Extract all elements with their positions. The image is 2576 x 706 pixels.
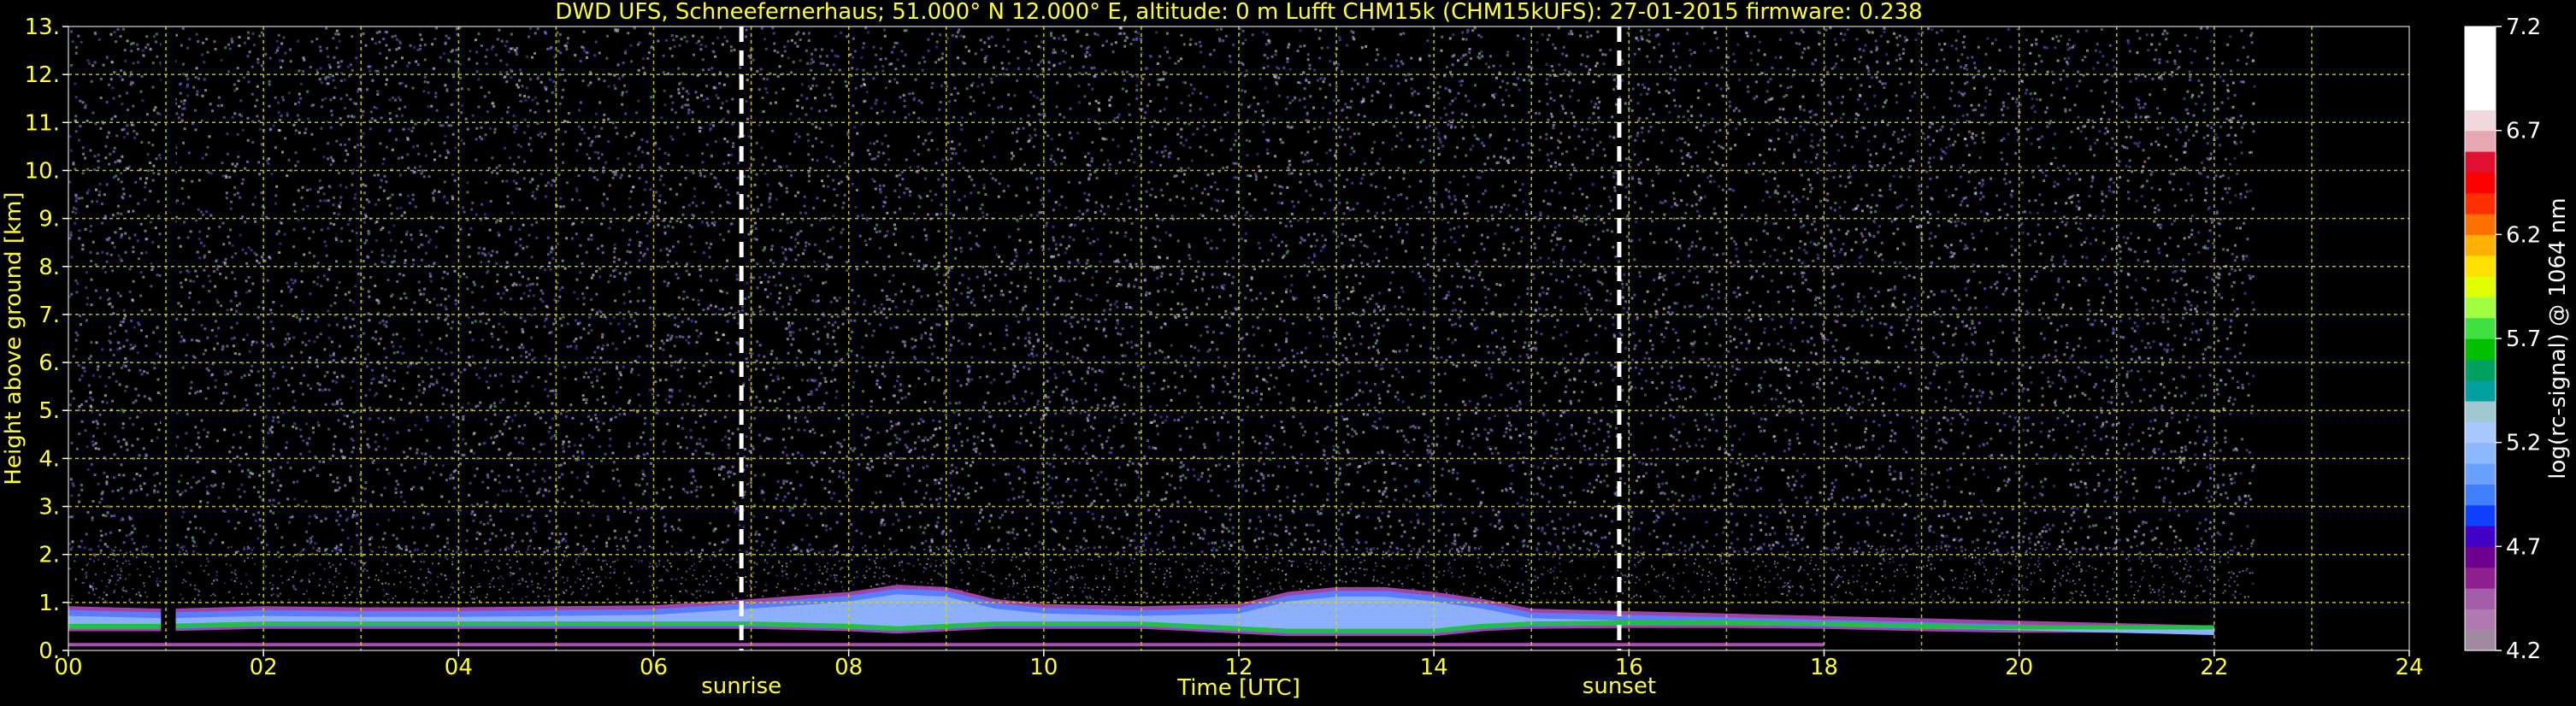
y-tick-label: 4. (38, 446, 60, 472)
y-tick-label: 11. (25, 110, 60, 136)
y-tick-label: 8. (38, 255, 60, 280)
y-tick-label: 1. (38, 591, 60, 616)
colorbar-tick-label: 6.7 (2506, 119, 2541, 144)
plot-area: sunrise sunset (68, 26, 2410, 699)
colorbar-segment (2465, 442, 2496, 464)
colorbar-segment (2465, 338, 2496, 360)
x-tick-label: 06 (640, 655, 668, 680)
x-tick-label: 02 (250, 655, 278, 680)
colorbar-segment (2465, 172, 2496, 194)
chart-title: DWD UFS, Schneefernerhaus; 51.000° N 12.… (555, 0, 1922, 25)
colorbar-segment (2465, 546, 2496, 568)
colorbar-label: log(rc-signal) @ 1064 nm (2545, 197, 2571, 479)
colorbar-segment (2465, 421, 2496, 444)
y-axis-label: Height above ground [km] (1, 191, 27, 485)
x-tick-label: 10 (1029, 655, 1058, 680)
colorbar-segment (2465, 526, 2496, 547)
colorbar-segment (2465, 89, 2496, 110)
colorbar-segment (2465, 276, 2496, 297)
y-tick-label: 13. (25, 15, 60, 40)
colorbar-tick-label: 7.2 (2506, 15, 2541, 40)
y-tick-label: 3. (38, 495, 60, 521)
colorbar-segment (2465, 401, 2496, 422)
y-tick-label: 7. (38, 303, 60, 328)
colorbar-segment (2465, 109, 2496, 132)
colorbar-segment (2465, 609, 2496, 631)
colorbar-tick-label: 4.2 (2506, 638, 2541, 664)
colorbar-segment (2465, 484, 2496, 506)
colorbar-segment (2465, 130, 2496, 152)
colorbar-segment (2465, 463, 2496, 485)
colorbar-segment (2465, 214, 2496, 235)
colorbar-segment (2465, 588, 2496, 609)
y-tick-label: 12. (25, 62, 60, 88)
x-tick-label: 08 (834, 655, 863, 680)
x-tick-label: 20 (2005, 655, 2033, 680)
colorbar-segment (2465, 629, 2496, 651)
x-tick-label: 16 (1615, 655, 1643, 680)
colorbar-segment (2465, 379, 2496, 402)
colorbar-segment (2465, 234, 2496, 256)
ceilometer-figure: sunrise sunset DWD UFS, Schneefernerhaus;… (0, 0, 2576, 706)
colorbar-tick-label: 5.2 (2506, 431, 2541, 456)
y-tick-label: 5. (38, 398, 60, 424)
plot-background (68, 26, 2409, 650)
y-tick-label: 2. (38, 543, 60, 568)
x-tick-label: 22 (2200, 655, 2228, 680)
x-tick-label: 14 (1420, 655, 1448, 680)
colorbar-segment (2465, 26, 2496, 48)
x-axis-label: Time [UTC] (1176, 675, 1300, 701)
colorbar-segment (2465, 255, 2496, 277)
colorbar-tick-label: 6.2 (2506, 222, 2541, 248)
colorbar-segment (2465, 504, 2496, 527)
data-gap (161, 26, 176, 650)
colorbar-segment (2465, 359, 2496, 381)
y-tick-label: 0. (38, 638, 60, 664)
colorbar-segment (2465, 47, 2496, 69)
colorbar-segment (2465, 567, 2496, 589)
y-tick-label: 6. (38, 350, 60, 376)
colorbar-segment (2465, 192, 2496, 215)
data-gap-band (161, 588, 176, 650)
colorbar-segment (2465, 317, 2496, 339)
y-tick-label: 9. (38, 207, 60, 232)
x-tick-label: 04 (445, 655, 473, 680)
colorbar-segment (2465, 68, 2496, 90)
colorbar-segment (2465, 297, 2496, 319)
x-tick-label: 18 (1810, 655, 1838, 680)
colorbar-segment (2465, 151, 2496, 173)
colorbar-tick-label: 5.7 (2506, 327, 2541, 352)
y-tick-label: 10. (25, 158, 60, 184)
x-tick-label: 24 (2395, 655, 2423, 680)
event-label-sunrise: sunrise (701, 674, 781, 699)
colorbar-tick-label: 4.7 (2506, 534, 2541, 560)
